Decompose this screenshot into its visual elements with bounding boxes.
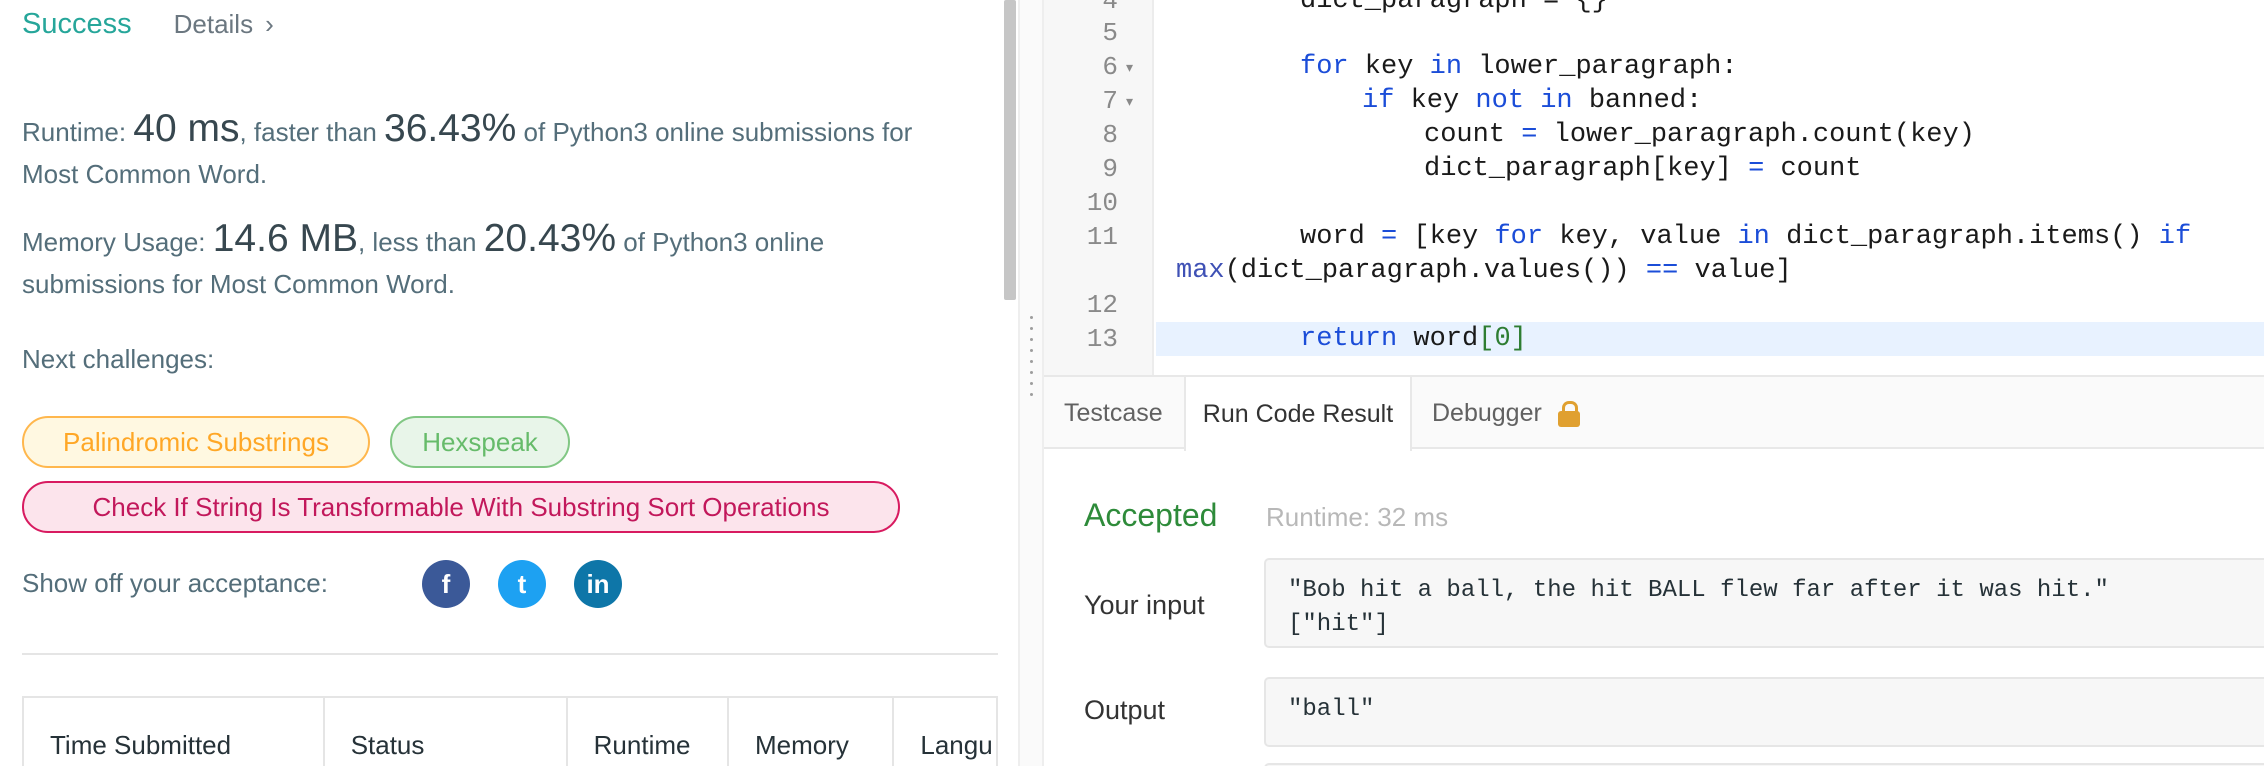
code-line-11[interactable]: word = [key for key, value in dict_parag… <box>1300 222 2191 252</box>
memory-label: Memory Usage: <box>22 227 206 257</box>
memory-suffix-1: of Python3 online <box>623 227 825 257</box>
output-value: "ball" <box>1288 696 1375 723</box>
code-line-6[interactable]: for key in lower_paragraph: <box>1300 52 1737 82</box>
runtime-suffix-2: Most Common Word. <box>22 159 268 189</box>
twitter-icon[interactable]: t <box>498 560 546 608</box>
next-challenges-label: Next challenges: <box>22 344 215 374</box>
facebook-icon[interactable]: f <box>422 560 470 608</box>
code-line-4[interactable]: dict_paragraph = {} <box>1300 0 1608 16</box>
input-line-2: ["hit"] <box>1288 611 1389 638</box>
line-number: 12 <box>1086 290 1118 320</box>
chevron-right-icon[interactable]: › <box>265 9 274 40</box>
tab-run-code-result[interactable]: Run Code Result <box>1184 377 1412 451</box>
runtime-line-1: Runtime: 40 ms, faster than 36.43% of Py… <box>22 108 1002 153</box>
runtime-value: 40 ms <box>133 108 240 150</box>
code-line-13[interactable]: return word[0] <box>1300 324 1527 354</box>
line-number: 4 <box>1102 0 1118 16</box>
memory-value: 14.6 MB <box>212 218 358 260</box>
your-input-label: Your input <box>1084 590 1205 620</box>
column-memory[interactable]: Memory <box>729 698 895 766</box>
output-label: Output <box>1084 695 1166 725</box>
submissions-table-header: Time Submitted Status Runtime Memory Lan… <box>22 696 998 766</box>
line-number: 6 <box>1102 52 1118 82</box>
runtime-faster-text: , faster than <box>239 117 377 147</box>
line-number: 11 <box>1086 222 1118 252</box>
tab-debugger[interactable]: Debugger <box>1432 377 1582 449</box>
memory-stat: Memory Usage: 14.6 MB, less than 20.43% … <box>22 218 1002 305</box>
input-line-1: "Bob hit a ball, the hit BALL flew far a… <box>1288 577 2109 604</box>
runtime-percent: 36.43% <box>384 108 517 150</box>
fold-arrow-icon[interactable]: ▾ <box>1126 59 1133 76</box>
console-tabs: Testcase Run Code Result Debugger <box>1044 375 2264 451</box>
share-label: Show off your acceptance: <box>22 568 328 598</box>
runtime-stat: Runtime: 40 ms, faster than 36.43% of Py… <box>22 108 1002 195</box>
editor-and-console-panel: 4 5 6 ▾ 7 ▾ 8 9 10 11 12 13 dict_paragra… <box>1044 0 2264 766</box>
line-number: 8 <box>1102 120 1118 150</box>
fold-arrow-icon[interactable]: ▾ <box>1126 93 1133 110</box>
column-time-submitted[interactable]: Time Submitted <box>24 698 325 766</box>
result-header: Success Details › <box>22 8 274 41</box>
line-number: 7 <box>1102 86 1118 116</box>
tab-testcase[interactable]: Testcase <box>1064 377 1163 449</box>
details-link[interactable]: Details <box>174 9 253 40</box>
code-line-7[interactable]: if key not in banned: <box>1362 86 1702 116</box>
tab-debugger-label: Debugger <box>1432 398 1542 427</box>
code-line-9[interactable]: dict_paragraph[key] = count <box>1424 154 1861 184</box>
challenge-tag-transformable-string[interactable]: Check If String Is Transformable With Su… <box>22 481 900 533</box>
line-number: 9 <box>1102 154 1118 184</box>
code-line-8[interactable]: count = lower_paragraph.count(key) <box>1424 120 1975 150</box>
code-line-11-wrap[interactable]: max(dict_paragraph.values()) == value] <box>1176 256 1792 286</box>
linkedin-icon[interactable]: in <box>574 560 622 608</box>
column-language[interactable]: Langu <box>894 698 996 766</box>
memory-line-1: Memory Usage: 14.6 MB, less than 20.43% … <box>22 218 1002 263</box>
runtime-suffix-1: of Python3 online submissions for <box>523 117 913 147</box>
runtime-label: Runtime: <box>22 117 127 147</box>
output-box[interactable]: "ball" <box>1264 677 2264 747</box>
challenge-tag-hexspeak[interactable]: Hexspeak <box>390 416 570 468</box>
left-panel-scrollbar[interactable] <box>1004 0 1016 300</box>
memory-suffix-2: submissions for Most Common Word. <box>22 269 455 299</box>
column-runtime[interactable]: Runtime <box>568 698 730 766</box>
run-runtime: Runtime: 32 ms <box>1266 502 1449 532</box>
line-number: 5 <box>1102 18 1118 48</box>
memory-less-text: , less than <box>357 227 477 257</box>
panel-splitter[interactable] <box>1018 0 1044 766</box>
challenge-tag-palindromic-substrings[interactable]: Palindromic Substrings <box>22 416 370 468</box>
divider <box>22 653 998 655</box>
accepted-status: Accepted <box>1084 497 1218 533</box>
line-number: 10 <box>1086 188 1118 218</box>
column-status[interactable]: Status <box>325 698 568 766</box>
lock-icon <box>1556 400 1582 427</box>
your-input-box[interactable]: "Bob hit a ball, the hit BALL flew far a… <box>1264 558 2264 648</box>
success-status: Success <box>22 8 132 40</box>
line-number: 13 <box>1086 324 1118 354</box>
submission-detail-panel: Success Details › Runtime: 40 ms, faster… <box>0 0 1004 766</box>
drag-handle-icon[interactable] <box>1030 316 1033 396</box>
memory-percent: 20.43% <box>483 218 617 260</box>
